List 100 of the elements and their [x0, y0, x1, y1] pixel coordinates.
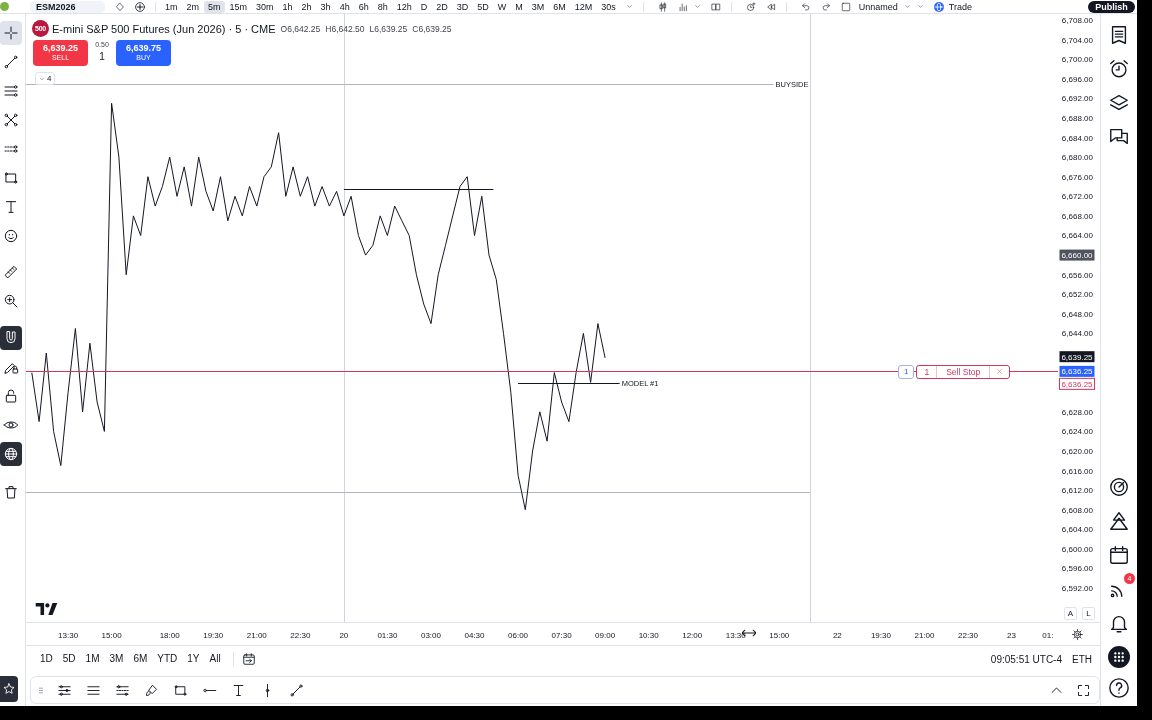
- ruler-icon[interactable]: [3, 264, 19, 280]
- brush-icon[interactable]: [144, 682, 159, 698]
- order-line[interactable]: [26, 371, 1058, 372]
- order-quantity-button[interactable]: 1: [898, 364, 915, 379]
- text-tool-icon[interactable]: [3, 199, 19, 215]
- price-axis-label: 6,696.00: [1061, 74, 1093, 84]
- range-button[interactable]: 5D: [58, 650, 80, 668]
- price-axis-label: 6,688.00: [1061, 113, 1093, 123]
- time-axis-label: 22:30: [290, 631, 311, 640]
- interval-button[interactable]: 1h: [278, 0, 297, 13]
- diamond-icon[interactable]: [115, 1, 125, 12]
- quantity-field[interactable]: 1: [99, 51, 105, 62]
- bar-chart-icon[interactable]: [677, 1, 688, 12]
- indicators-toggle[interactable]: 4: [35, 72, 56, 85]
- square-icon[interactable]: [840, 1, 851, 12]
- interval-button[interactable]: 2h: [297, 0, 316, 13]
- interval-button[interactable]: 3D: [452, 0, 473, 13]
- plus-circle-icon[interactable]: [135, 1, 145, 12]
- pattern-icon[interactable]: [3, 112, 19, 128]
- interval-button[interactable]: D: [416, 0, 432, 13]
- interval-button[interactable]: 1m: [161, 0, 182, 13]
- time-axis-label: 22:30: [958, 631, 978, 640]
- range-button[interactable]: 1M: [81, 650, 104, 668]
- smiley-icon[interactable]: [3, 228, 19, 244]
- maximize-icon[interactable]: [1076, 682, 1091, 698]
- ohlc-value: O6,642.25: [280, 23, 321, 34]
- interval-button[interactable]: 12M: [570, 0, 597, 13]
- interval-button[interactable]: 6h: [354, 0, 373, 13]
- trend-line-icon[interactable]: [289, 682, 304, 698]
- calendar-icon[interactable]: [1108, 544, 1130, 566]
- interval-button[interactable]: 3h: [316, 0, 335, 13]
- scale-toggle[interactable]: A: [1064, 607, 1077, 620]
- redo-icon[interactable]: [820, 1, 831, 12]
- text-tool-icon[interactable]: [231, 682, 246, 698]
- time-axis-label: 07:30: [551, 631, 572, 640]
- interval-button[interactable]: 12h: [392, 0, 416, 13]
- globe-icon[interactable]: [0, 442, 22, 466]
- interval-button[interactable]: 8h: [373, 0, 392, 13]
- interval-button[interactable]: 2m: [182, 0, 204, 13]
- symbol-field[interactable]: ESM2026: [30, 0, 105, 13]
- time-axis-label: 01:30: [377, 631, 398, 640]
- session-button[interactable]: ETH: [1072, 653, 1092, 665]
- rectangle-icon[interactable]: [3, 170, 19, 186]
- two-panels-icon[interactable]: [710, 1, 721, 12]
- lock-icon[interactable]: [3, 388, 19, 404]
- rewind-icon[interactable]: [765, 1, 776, 12]
- interval-button[interactable]: 5m: [204, 0, 225, 13]
- crosshair-icon[interactable]: [0, 21, 22, 45]
- layout-name[interactable]: Unnamed: [858, 1, 898, 12]
- settings-icon[interactable]: [1072, 629, 1083, 640]
- price-axis-label: 6,620.00: [1061, 446, 1093, 456]
- interval-button[interactable]: 2D: [432, 0, 452, 13]
- time-axis-label: 15:00: [769, 631, 790, 640]
- interval-button[interactable]: 6M: [549, 0, 570, 13]
- interval-button[interactable]: 30s: [597, 0, 620, 13]
- rectangle-icon[interactable]: [173, 682, 188, 698]
- dotted-lines-icon[interactable]: [115, 682, 130, 698]
- trend-line-icon[interactable]: [3, 54, 19, 70]
- price-axis-label: 6,644.00: [1061, 329, 1093, 339]
- price-axis-label: 6,704.00: [1061, 35, 1093, 45]
- alarm-plus-icon[interactable]: [745, 1, 756, 12]
- interval-button[interactable]: M: [511, 0, 527, 13]
- time-axis-label: 03:00: [420, 631, 441, 640]
- date-range-icon[interactable]: [241, 652, 256, 666]
- range-button[interactable]: YTD: [153, 650, 182, 668]
- lines-nodes-icon[interactable]: [57, 682, 72, 698]
- order-label[interactable]: 1 Sell Stop: [916, 364, 1011, 379]
- order-quantity: 1: [923, 366, 931, 377]
- range-button[interactable]: 1D: [36, 650, 57, 668]
- zoom-in-icon[interactable]: [3, 293, 19, 309]
- range-button[interactable]: 1Y: [183, 650, 204, 668]
- target-icon[interactable]: [1108, 476, 1130, 498]
- publish-button[interactable]: Publish: [1088, 0, 1135, 13]
- help-icon[interactable]: [1108, 677, 1130, 699]
- triangles-icon[interactable]: [1108, 510, 1130, 532]
- interval-button[interactable]: 30m: [252, 0, 278, 13]
- interval-button[interactable]: 5D: [473, 0, 493, 13]
- price-axis-label: 6,628.00: [1061, 407, 1093, 417]
- range-button[interactable]: 6M: [129, 650, 152, 668]
- scale-toggle[interactable]: L: [1082, 607, 1095, 620]
- interval-button[interactable]: 3M: [527, 0, 549, 13]
- interval-button[interactable]: W: [493, 0, 511, 13]
- symbol-title: E-mini S&P 500 Futures (Jun 2026) · 5 · CME: [52, 22, 276, 35]
- candles-icon[interactable]: [657, 1, 668, 12]
- interval-button[interactable]: 4h: [335, 0, 354, 13]
- time-axis-label: 22: [832, 631, 842, 640]
- undo-icon[interactable]: [800, 1, 811, 12]
- horizontal-lines-icon[interactable]: [3, 83, 19, 99]
- range-button[interactable]: All: [205, 650, 225, 668]
- magnet-icon[interactable]: [0, 326, 22, 350]
- time-axis-label: 09:00: [595, 631, 616, 640]
- interval-button[interactable]: 15m: [225, 0, 252, 13]
- trade-button[interactable]: Trade: [948, 1, 973, 12]
- trash-icon[interactable]: [3, 484, 19, 500]
- time-axis-label: 19:30: [203, 631, 224, 640]
- price-axis-label: 6,664.00: [1061, 231, 1093, 241]
- range-button[interactable]: 3M: [105, 650, 128, 668]
- time-axis-label: 20: [339, 631, 349, 640]
- alarm-clock-icon[interactable]: [1108, 58, 1130, 80]
- grid-icon[interactable]: [1108, 646, 1130, 668]
